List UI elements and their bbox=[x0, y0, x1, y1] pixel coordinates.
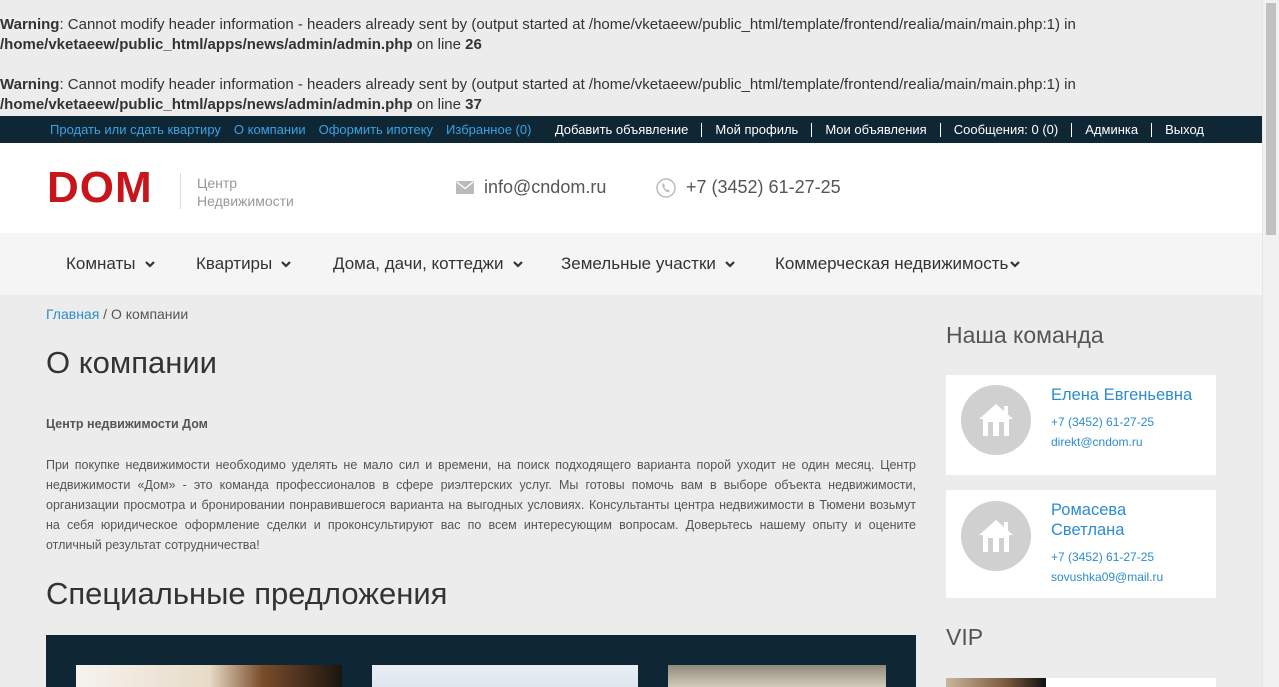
team-member-email[interactable]: direkt@cndom.ru bbox=[1051, 435, 1143, 449]
team-card: Ромасева Светлана +7 (3452) 61-27-25 sov… bbox=[946, 490, 1216, 598]
team-member-phone[interactable]: +7 (3452) 61-27-25 bbox=[1051, 415, 1154, 429]
team-member-email[interactable]: sovushka09@mail.ru bbox=[1051, 570, 1163, 584]
breadcrumb-home[interactable]: Главная bbox=[46, 306, 99, 322]
avatar bbox=[961, 501, 1031, 571]
nav-item-houses[interactable]: Дома, дачи, коттеджи bbox=[333, 233, 523, 295]
warning-line-prefix: on line bbox=[412, 36, 466, 53]
warning-line: 26 bbox=[465, 36, 482, 53]
chevron-down-icon bbox=[725, 260, 735, 268]
nav-item-label: Земельные участки bbox=[561, 254, 716, 273]
team-card: Елена Евгеньевна +7 (3452) 61-27-25 dire… bbox=[946, 375, 1216, 475]
breadcrumb-separator: / bbox=[99, 306, 111, 322]
nav-item-rooms[interactable]: Комнаты bbox=[66, 233, 155, 295]
chevron-down-icon bbox=[512, 260, 523, 268]
link-mortgage[interactable]: Оформить ипотеку bbox=[319, 122, 433, 137]
main-nav: Комнаты Квартиры Дома, дачи, коттеджи Зе… bbox=[0, 233, 1262, 295]
header-email-text[interactable]: info@cndom.ru bbox=[484, 177, 606, 198]
link-sell-rent[interactable]: Продать или сдать квартиру bbox=[50, 122, 221, 137]
company-subheading: Центр недвижимости Дом bbox=[46, 417, 208, 431]
nav-item-label: Комнаты bbox=[66, 254, 136, 273]
link-about-company[interactable]: О компании bbox=[234, 122, 306, 137]
phone-icon bbox=[656, 177, 676, 198]
link-my-listings[interactable]: Мои объявления bbox=[811, 122, 939, 137]
header-email: info@cndom.ru bbox=[456, 177, 606, 198]
breadcrumb-current: О компании bbox=[110, 306, 189, 322]
nav-item-label: Дома, дачи, коттеджи bbox=[333, 254, 504, 273]
house-icon bbox=[979, 520, 1013, 552]
link-admin[interactable]: Админка bbox=[1071, 122, 1151, 137]
link-logout[interactable]: Выход bbox=[1151, 122, 1204, 137]
nav-item-apartments[interactable]: Квартиры bbox=[196, 233, 292, 295]
special-offers-carousel bbox=[46, 635, 916, 687]
house-icon bbox=[979, 404, 1013, 436]
offer-image[interactable] bbox=[668, 665, 886, 687]
envelope-icon bbox=[456, 181, 474, 194]
php-warnings: Warning: Cannot modify header informatio… bbox=[0, 0, 1262, 115]
header-phone: +7 (3452) 61-27-25 bbox=[656, 177, 841, 198]
offer-image[interactable] bbox=[372, 665, 638, 687]
breadcrumb: Главная / О компании bbox=[46, 306, 188, 322]
link-messages[interactable]: Сообщения: 0 (0) bbox=[939, 122, 1072, 137]
warning-line-prefix: on line bbox=[412, 96, 466, 113]
php-warning: Warning: Cannot modify header informatio… bbox=[0, 15, 1262, 55]
link-favorites[interactable]: Избранное (0) bbox=[446, 122, 531, 137]
page-scrollbar[interactable] bbox=[1262, 0, 1279, 687]
site-header: DOM Центр Недвижимости info@cndom.ru +7 … bbox=[0, 143, 1262, 233]
warning-text: : Cannot modify header information - hea… bbox=[59, 16, 1076, 33]
logo-subtitle-line: Центр bbox=[197, 175, 238, 191]
chevron-down-icon bbox=[144, 260, 155, 268]
warning-label: Warning bbox=[0, 76, 60, 93]
logo-divider bbox=[180, 173, 181, 209]
vip-listing-card[interactable] bbox=[1046, 678, 1216, 687]
site-logo[interactable]: DOM bbox=[47, 165, 153, 211]
chevron-down-icon bbox=[1010, 260, 1021, 268]
logo-subtitle-line: Недвижимости bbox=[197, 193, 294, 209]
offer-image[interactable] bbox=[76, 665, 342, 687]
php-warning: Warning: Cannot modify header informatio… bbox=[0, 75, 1262, 115]
special-offers-title: Специальные предложения bbox=[46, 576, 448, 611]
top-bar-user-links: Добавить объявление Мой профиль Мои объя… bbox=[555, 116, 1204, 143]
logo-subtitle: Центр Недвижимости bbox=[197, 174, 294, 210]
warning-path: /home/vketaeew/public_html/apps/news/adm… bbox=[0, 96, 413, 113]
page-title: О компании bbox=[46, 345, 217, 380]
scrollbar-thumb[interactable] bbox=[1266, 3, 1276, 235]
avatar bbox=[961, 385, 1031, 455]
chevron-down-icon bbox=[281, 260, 292, 268]
nav-item-label: Квартиры bbox=[196, 254, 273, 273]
team-member-name[interactable]: Елена Евгеньевна bbox=[1051, 385, 1206, 405]
vip-listing-image[interactable] bbox=[946, 678, 1046, 687]
warning-line: 37 bbox=[465, 96, 482, 113]
company-description: При покупке недвижимости необходимо удел… bbox=[46, 458, 916, 552]
nav-item-label: Коммерческая недвижимость bbox=[775, 254, 1009, 273]
warning-label: Warning bbox=[0, 16, 60, 33]
top-bar-left-links: Продать или сдать квартиру О компании Оф… bbox=[50, 116, 544, 143]
page: Warning: Cannot modify header informatio… bbox=[0, 0, 1262, 687]
nav-item-commercial[interactable]: Коммерческая недвижимость bbox=[775, 233, 1021, 295]
warning-text: : Cannot modify header information - hea… bbox=[59, 76, 1076, 93]
team-title: Наша команда bbox=[946, 322, 1104, 348]
nav-item-land[interactable]: Земельные участки bbox=[561, 233, 735, 295]
vip-title: VIP bbox=[946, 624, 984, 650]
link-add-listing[interactable]: Добавить объявление bbox=[555, 122, 702, 137]
team-member-name[interactable]: Ромасева Светлана bbox=[1051, 500, 1161, 540]
top-bar: Продать или сдать квартиру О компании Оф… bbox=[0, 116, 1262, 143]
team-member-phone[interactable]: +7 (3452) 61-27-25 bbox=[1051, 550, 1154, 564]
header-phone-text[interactable]: +7 (3452) 61-27-25 bbox=[686, 177, 841, 198]
warning-path: /home/vketaeew/public_html/apps/news/adm… bbox=[0, 36, 413, 53]
link-my-profile[interactable]: Мой профиль bbox=[701, 122, 811, 137]
